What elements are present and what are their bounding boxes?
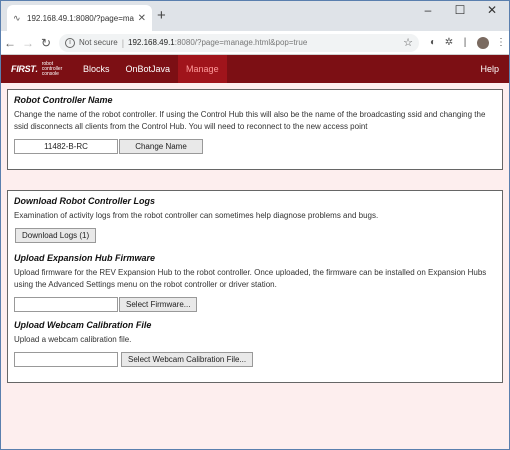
download-logs-button[interactable]: Download Logs (1)	[15, 228, 97, 243]
section-title: Upload Expansion Hub Firmware	[14, 253, 156, 263]
browser-tab[interactable]: ∿ 192.168.49.1:8080/?page=manag… ✕	[7, 5, 152, 31]
logo-subtitle-line: console	[41, 70, 59, 77]
tab-strip: ∿ 192.168.49.1:8080/?page=manag… ✕ + – ☐…	[1, 1, 509, 31]
address-bar[interactable]: i Not secure | 192.168.49.1 :8080/?page=…	[59, 33, 419, 52]
tab-title: 192.168.49.1:8080/?page=manag…	[27, 13, 134, 23]
new-tab-button[interactable]: +	[157, 7, 166, 24]
minimize-icon[interactable]: –	[413, 3, 443, 17]
close-tab-icon[interactable]: ✕	[138, 13, 146, 24]
logo-period: .	[35, 64, 39, 74]
forward-icon[interactable]: →	[19, 36, 37, 50]
main-content: Robot Controller Name Change the name of…	[1, 83, 509, 383]
reload-icon[interactable]: ↻	[37, 36, 55, 50]
security-label: Not secure	[79, 38, 118, 47]
section-description: Upload firmware for the REV Expansion Hu…	[14, 268, 487, 289]
app-header: FIRST. robot controller console Blocks O…	[1, 55, 509, 83]
webcam-section: Upload Webcam Calibration File Upload a …	[14, 320, 496, 367]
rc-name-panel: Robot Controller Name Change the name of…	[7, 89, 503, 170]
url-host: 192.168.49.1	[128, 38, 175, 47]
section-description: Change the name of the robot controller.…	[14, 110, 486, 131]
select-firmware-button[interactable]: Select Firmware...	[119, 297, 198, 312]
rc-name-input[interactable]: 11482-B-RC	[14, 139, 118, 154]
change-name-button[interactable]: Change Name	[119, 139, 203, 154]
nav-manage[interactable]: Manage	[178, 55, 227, 83]
nav-blocks[interactable]: Blocks	[75, 55, 118, 83]
divider: |	[121, 37, 125, 48]
extension-icon[interactable]: ◐	[425, 37, 441, 48]
webcam-file-input[interactable]	[14, 352, 118, 367]
avatar[interactable]	[477, 36, 489, 49]
firmware-file-input[interactable]	[14, 297, 118, 312]
firmware-row: Select Firmware...	[14, 297, 496, 312]
url-path: :8080/?page=manage.html&pop=true	[174, 38, 308, 47]
section-description: Examination of activity logs from the ro…	[14, 211, 379, 220]
browser-window: ∿ 192.168.49.1:8080/?page=manag… ✕ + – ☐…	[0, 0, 510, 450]
settings-icon[interactable]: ✲	[441, 37, 457, 48]
nav-help[interactable]: Help	[472, 55, 509, 83]
section-title: Download Robot Controller Logs	[14, 196, 155, 206]
favicon-icon: ∿	[13, 12, 21, 23]
section-title: Upload Webcam Calibration File	[14, 320, 152, 330]
rc-name-row: 11482-B-RC Change Name	[14, 139, 496, 154]
webcam-row: Select Webcam Calibration File...	[14, 352, 496, 367]
browser-toolbar: ← → ↻ i Not secure | 192.168.49.1 :8080/…	[1, 31, 509, 55]
first-logo[interactable]: FIRST. robot controller console	[1, 55, 75, 83]
select-webcam-file-button[interactable]: Select Webcam Calibration File...	[121, 352, 254, 367]
section-title: Robot Controller Name	[14, 95, 113, 105]
maximize-icon[interactable]: ☐	[445, 3, 475, 17]
divider-icon: |	[463, 37, 467, 48]
nav-onbotjava[interactable]: OnBotJava	[118, 55, 179, 83]
star-icon[interactable]: ☆	[403, 36, 413, 49]
tools-panel: Download Robot Controller Logs Examinati…	[7, 190, 503, 383]
menu-icon[interactable]: ⋮	[493, 37, 509, 48]
back-icon[interactable]: ←	[1, 36, 19, 50]
info-icon[interactable]: i	[65, 37, 75, 48]
firmware-section: Upload Expansion Hub Firmware Upload fir…	[14, 253, 496, 312]
section-description: Upload a webcam calibration file.	[14, 335, 132, 344]
close-window-icon[interactable]: ✕	[477, 3, 507, 17]
logo-subtitle: robot controller console	[41, 61, 63, 77]
logo-text: FIRST	[11, 64, 36, 74]
